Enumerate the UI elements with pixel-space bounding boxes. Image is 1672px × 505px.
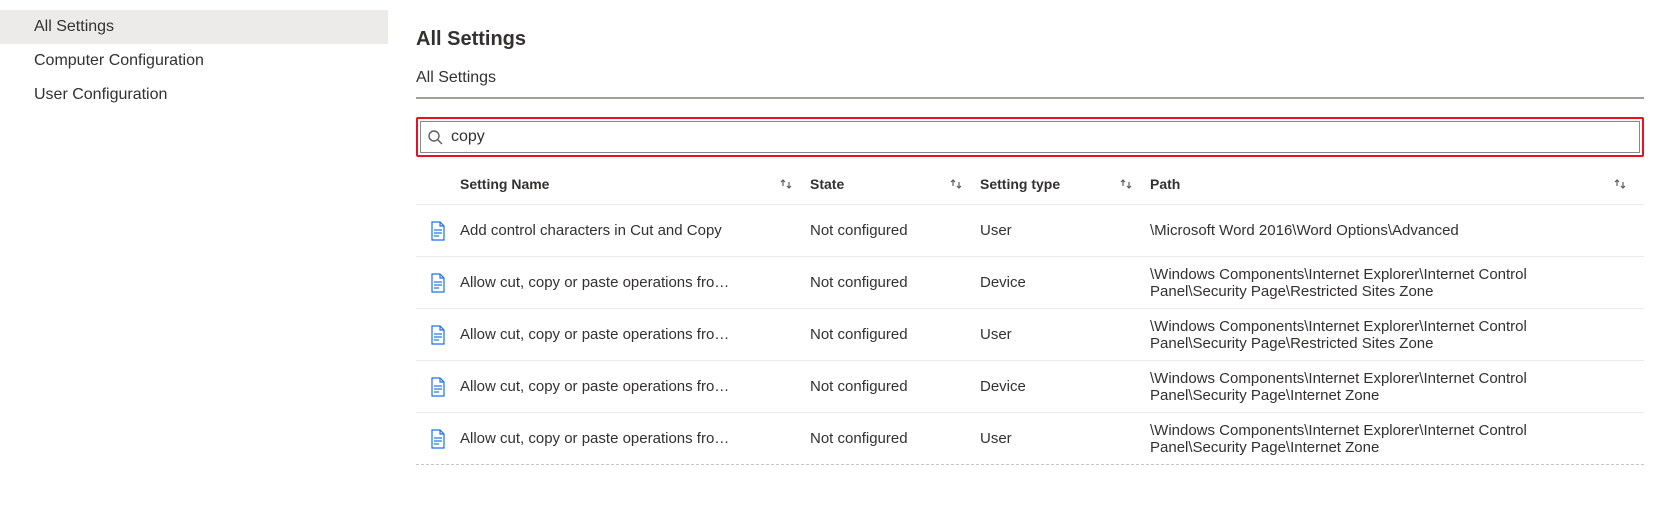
- sidebar-item-user-configuration[interactable]: User Configuration: [0, 78, 388, 112]
- main-content: All Settings All Settings Setting Nam: [388, 0, 1672, 505]
- cell-setting-name: Allow cut, copy or paste operations fro…: [460, 430, 810, 447]
- search-field[interactable]: [420, 121, 1640, 153]
- cell-path: \Windows Components\Internet Explorer\In…: [1150, 422, 1644, 456]
- column-header-setting-name-label: Setting Name: [460, 176, 549, 192]
- cell-path: \Windows Components\Internet Explorer\In…: [1150, 266, 1644, 300]
- policy-document-icon: [430, 377, 446, 397]
- cell-setting-type: Device: [980, 378, 1150, 395]
- policy-document-icon: [430, 325, 446, 345]
- policy-document-icon: [430, 429, 446, 449]
- divider: [416, 97, 1644, 99]
- sidebar-item-computer-configuration[interactable]: Computer Configuration: [0, 44, 388, 78]
- sort-icon: [778, 176, 794, 192]
- column-header-path-label: Path: [1150, 176, 1180, 192]
- cell-setting-name: Allow cut, copy or paste operations fro…: [460, 326, 810, 343]
- column-header-setting-type-label: Setting type: [980, 176, 1060, 192]
- cell-setting-type: User: [980, 222, 1150, 239]
- column-header-setting-name[interactable]: Setting Name: [460, 176, 810, 192]
- cell-state: Not configured: [810, 222, 980, 239]
- cell-setting-type: User: [980, 326, 1150, 343]
- search-icon: [427, 129, 443, 145]
- cell-state: Not configured: [810, 274, 980, 291]
- table-row[interactable]: Add control characters in Cut and Copy N…: [416, 205, 1644, 257]
- cell-state: Not configured: [810, 326, 980, 343]
- breadcrumb[interactable]: All Settings: [416, 69, 1644, 87]
- cell-state: Not configured: [810, 378, 980, 395]
- table-row[interactable]: Allow cut, copy or paste operations fro……: [416, 413, 1644, 465]
- cell-setting-name: Allow cut, copy or paste operations fro…: [460, 378, 810, 395]
- sidebar: All Settings Computer Configuration User…: [0, 0, 388, 505]
- column-header-path[interactable]: Path: [1150, 176, 1644, 192]
- table-body: Add control characters in Cut and Copy N…: [416, 205, 1644, 465]
- table-header-row: Setting Name State: [416, 163, 1644, 205]
- policy-document-icon: [430, 221, 446, 241]
- column-header-setting-type[interactable]: Setting type: [980, 176, 1150, 192]
- policy-document-icon: [430, 273, 446, 293]
- sort-icon: [948, 176, 964, 192]
- cell-setting-type: Device: [980, 274, 1150, 291]
- search-highlight-box: [416, 117, 1644, 157]
- cell-path: \Microsoft Word 2016\Word Options\Advanc…: [1150, 222, 1644, 239]
- page-title: All Settings: [416, 28, 1644, 51]
- cell-path: \Windows Components\Internet Explorer\In…: [1150, 318, 1644, 352]
- search-input[interactable]: [443, 128, 1633, 146]
- table-row[interactable]: Allow cut, copy or paste operations fro……: [416, 257, 1644, 309]
- cell-path: \Windows Components\Internet Explorer\In…: [1150, 370, 1644, 404]
- cell-setting-name: Add control characters in Cut and Copy: [460, 222, 810, 239]
- sidebar-item-all-settings[interactable]: All Settings: [0, 10, 388, 44]
- column-header-state[interactable]: State: [810, 176, 980, 192]
- settings-table: Setting Name State: [416, 163, 1644, 465]
- table-row[interactable]: Allow cut, copy or paste operations fro……: [416, 361, 1644, 413]
- cell-state: Not configured: [810, 430, 980, 447]
- sort-icon: [1612, 176, 1628, 192]
- table-row[interactable]: Allow cut, copy or paste operations fro……: [416, 309, 1644, 361]
- column-header-state-label: State: [810, 176, 844, 192]
- sort-icon: [1118, 176, 1134, 192]
- cell-setting-name: Allow cut, copy or paste operations fro…: [460, 274, 810, 291]
- cell-setting-type: User: [980, 430, 1150, 447]
